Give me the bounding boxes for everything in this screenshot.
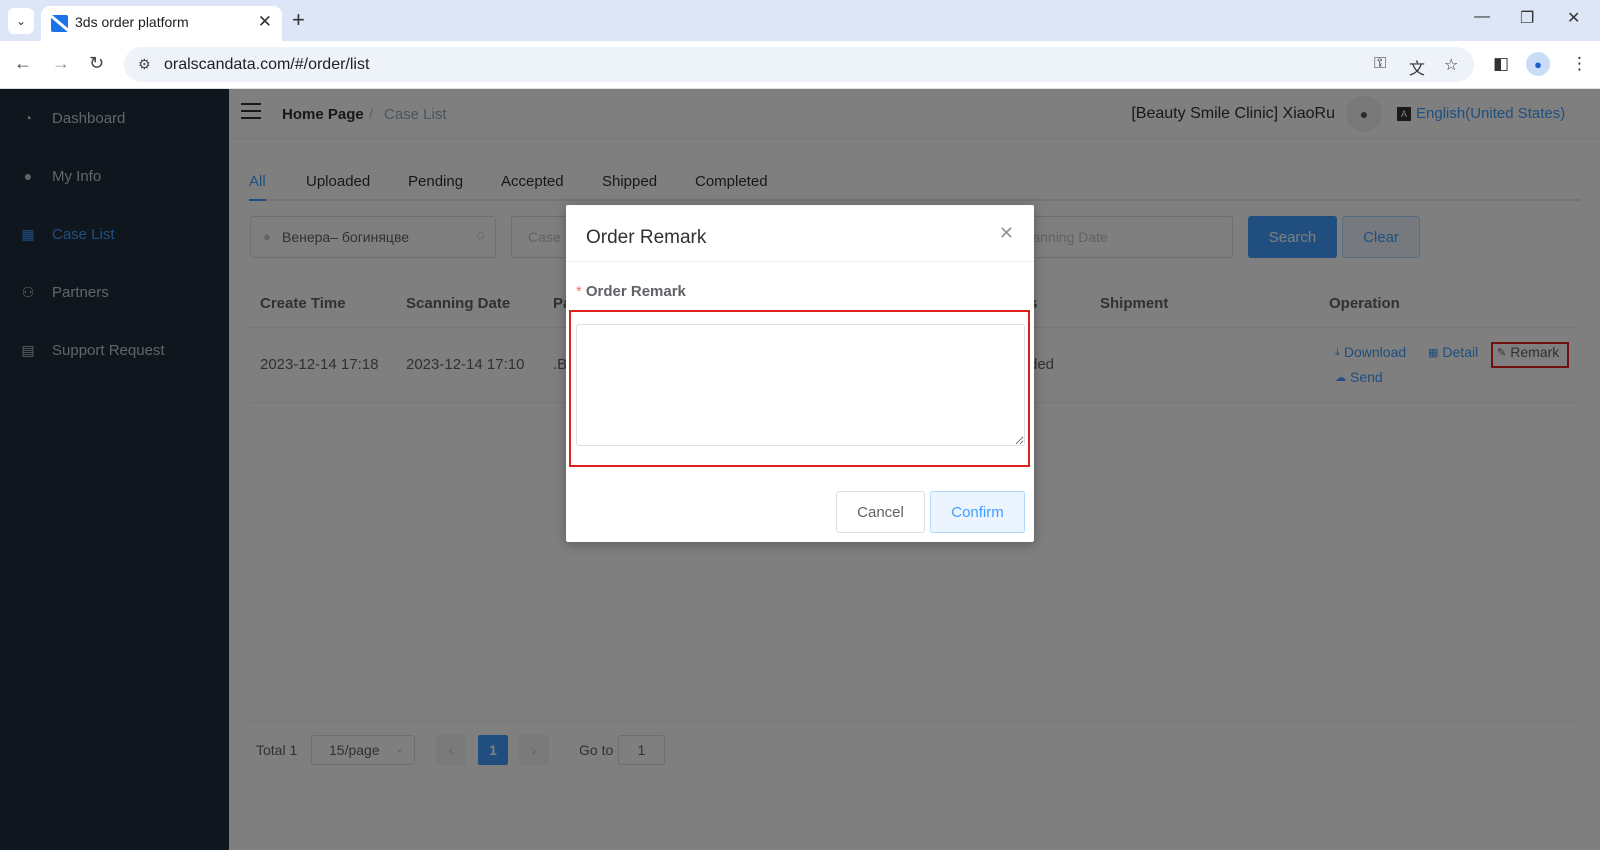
dialog-header-divider [566, 261, 1034, 262]
browser-toolbar: ← → ↻ ⚙ oralscandata.com/#/order/list ⚿ … [0, 41, 1600, 89]
tab-title: 3ds order platform [75, 14, 189, 30]
dialog-title: Order Remark [586, 227, 707, 248]
key-icon[interactable]: ⚿ [1374, 55, 1386, 73]
minimize-icon[interactable]: — [1474, 8, 1490, 26]
browser-tab[interactable]: 3ds order platform ✕ [41, 6, 282, 41]
url-text: oralscandata.com/#/order/list [164, 56, 370, 73]
back-icon[interactable]: ← [14, 53, 32, 74]
confirm-button[interactable]: Confirm [930, 491, 1025, 533]
required-asterisk: * [576, 283, 582, 300]
profile-avatar-icon[interactable]: ● [1526, 52, 1550, 76]
address-bar[interactable]: ⚙ oralscandata.com/#/order/list ⚿ 文 ☆ [124, 47, 1474, 82]
menu-kebab-icon[interactable]: ⋮ [1571, 54, 1588, 74]
browser-tab-bar: ⌄ 3ds order platform ✕ + — ❐ ✕ [0, 0, 1600, 41]
tab-search-dropdown-icon[interactable]: ⌄ [8, 8, 34, 34]
side-panel-icon[interactable]: ◧ [1493, 54, 1509, 74]
window-close-icon[interactable]: ✕ [1567, 8, 1580, 28]
new-tab-icon[interactable]: + [292, 7, 305, 33]
close-tab-icon[interactable]: ✕ [258, 12, 272, 32]
site-favicon-icon [51, 15, 68, 32]
reload-icon[interactable]: ↻ [89, 53, 104, 74]
order-remark-dialog: Order Remark ✕ * Order Remark Cancel Conf… [566, 205, 1034, 542]
bookmark-star-icon[interactable]: ☆ [1444, 55, 1458, 75]
cancel-button[interactable]: Cancel [836, 491, 925, 533]
order-remark-label-text: Order Remark [585, 283, 686, 300]
close-icon[interactable]: ✕ [999, 223, 1014, 244]
site-info-icon[interactable]: ⚙ [138, 56, 151, 73]
restore-icon[interactable]: ❐ [1520, 8, 1534, 28]
order-remark-label: * Order Remark [576, 283, 686, 300]
order-remark-textarea[interactable] [576, 324, 1025, 446]
translate-icon[interactable]: 文 [1409, 55, 1425, 79]
forward-icon[interactable]: → [52, 53, 70, 74]
